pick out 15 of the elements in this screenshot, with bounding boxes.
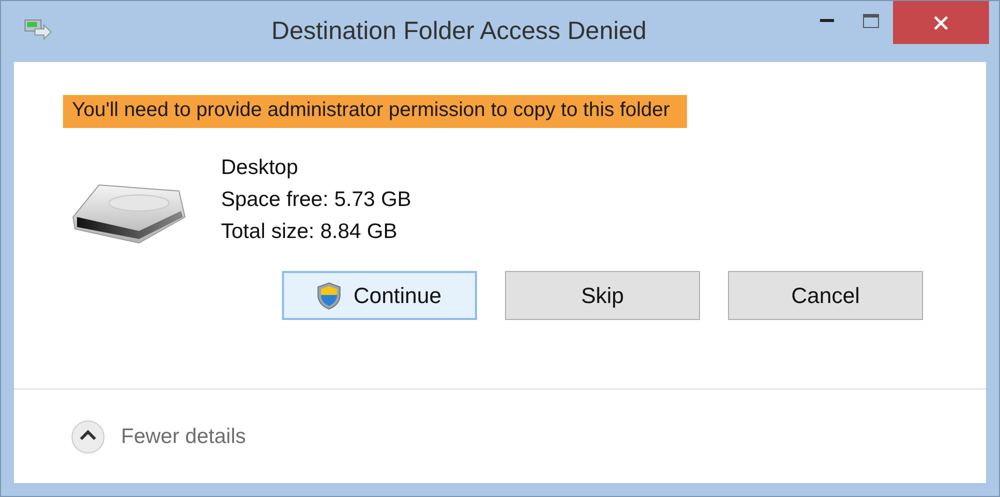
- window-title: Destination Folder Access Denied: [270, 17, 648, 46]
- chevron-icon: [71, 420, 105, 454]
- details-toggle[interactable]: Fewer details: [71, 420, 246, 454]
- copy-folder-icon: [23, 17, 53, 43]
- dialog-button[interactable]: Skip: [505, 271, 700, 320]
- location-name: Desktop: [221, 155, 300, 181]
- permission-message: You'll need to provide administrator permission to copy to this folder: [63, 95, 687, 128]
- close-icon: [933, 14, 949, 30]
- minimize-icon: [820, 19, 834, 23]
- drive-detail: Space free: 5.73 GB: [221, 187, 412, 213]
- dialog-button[interactable]: Cancel: [728, 271, 923, 320]
- dialog-button[interactable]: Continue: [282, 271, 477, 320]
- shield-icon: [317, 282, 342, 310]
- maximize-icon: [863, 14, 879, 28]
- drive-detail: Total size: 8.84 GB: [221, 219, 398, 245]
